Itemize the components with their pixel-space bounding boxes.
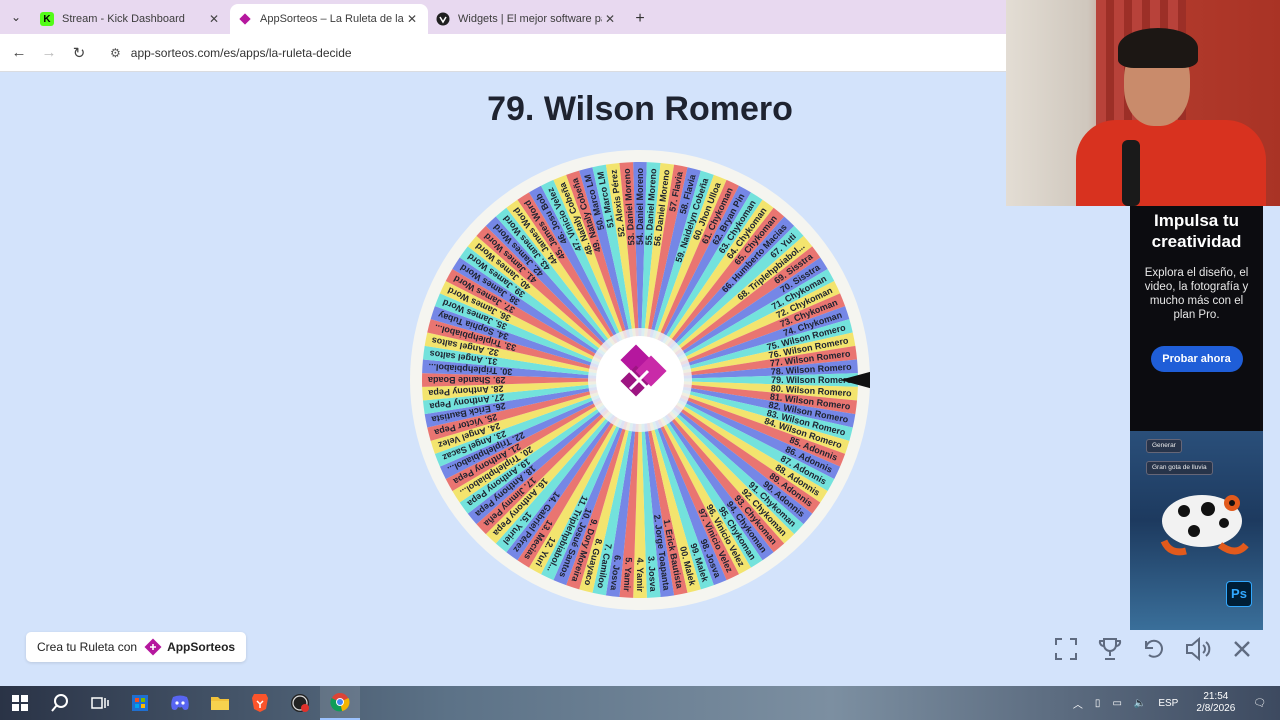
task-view-icon[interactable] bbox=[80, 686, 120, 720]
url-bar[interactable]: ⚙ app-sorteos.com/es/apps/la-ruleta-deci… bbox=[100, 39, 1000, 67]
widgets-favicon-icon bbox=[436, 12, 450, 26]
show-hidden-icons-icon[interactable]: ︿ bbox=[1073, 696, 1083, 711]
clock-date: 2/8/2026 bbox=[1196, 703, 1236, 714]
ad-generate-chip: Generar bbox=[1146, 439, 1182, 453]
tab-title: AppSorteos – La Ruleta de la Su bbox=[260, 13, 404, 25]
tab-close-icon[interactable]: ✕ bbox=[602, 12, 618, 26]
webcam-overlay bbox=[1006, 0, 1280, 206]
wheel-entry-label: 4. Yamir bbox=[635, 558, 645, 593]
network-icon[interactable]: ▭ bbox=[1112, 698, 1121, 709]
ad-try-button[interactable]: Probar ahora bbox=[1150, 346, 1243, 372]
photoshop-logo-icon: Ps bbox=[1226, 581, 1252, 607]
tab-close-icon[interactable]: ✕ bbox=[206, 12, 222, 26]
url-text: app-sorteos.com/es/apps/la-ruleta-decide bbox=[130, 45, 352, 60]
keyboard-language[interactable]: ESP bbox=[1158, 698, 1178, 709]
obs-app-icon[interactable] bbox=[280, 686, 320, 720]
ad-body: Explora el diseño, el video, la fotograf… bbox=[1144, 267, 1249, 321]
search-icon[interactable] bbox=[40, 686, 80, 720]
ad-title: Impulsa tu creatividad bbox=[1151, 211, 1242, 251]
windows-start-icon[interactable] bbox=[0, 686, 40, 720]
roulette-wheel[interactable]: 1. Erick Bautista2. Jorge Toapanta3. Jos… bbox=[410, 150, 870, 610]
system-tray: ︿ ▯ ▭ 🔈 ESP 21:54 2/8/2026 🗨 bbox=[1067, 686, 1280, 720]
back-arrow-icon[interactable]: ← bbox=[4, 44, 34, 61]
notifications-icon[interactable]: 🗨 bbox=[1253, 698, 1266, 709]
close-icon[interactable] bbox=[1226, 634, 1258, 664]
clock-time: 21:54 bbox=[1203, 691, 1229, 702]
windows-taskbar: ︿ ▯ ▭ 🔈 ESP 21:54 2/8/2026 🗨 bbox=[0, 686, 1280, 720]
credit-text: Crea tu Ruleta con bbox=[37, 640, 138, 654]
tab-appsorteos[interactable]: AppSorteos – La Ruleta de la Su ✕ bbox=[230, 4, 428, 34]
appsorteos-logo-icon bbox=[144, 638, 162, 656]
tab-close-icon[interactable]: ✕ bbox=[404, 12, 420, 26]
trophy-icon[interactable] bbox=[1094, 634, 1126, 664]
appsorteos-brand: AppSorteos bbox=[143, 637, 235, 657]
store-app-icon[interactable] bbox=[120, 686, 160, 720]
frog-illustration bbox=[1160, 495, 1249, 556]
create-roulette-badge[interactable]: Crea tu Ruleta con AppSorteos bbox=[26, 632, 246, 662]
fullscreen-icon[interactable] bbox=[1050, 634, 1082, 664]
webcam-person-hair bbox=[1118, 28, 1198, 68]
wheel-controls bbox=[1050, 634, 1258, 664]
tab-widgets[interactable]: Widgets | El mejor software par ✕ bbox=[428, 4, 626, 34]
site-info-icon[interactable]: ⚙ bbox=[110, 46, 121, 60]
reset-icon[interactable] bbox=[1138, 634, 1170, 664]
brave-browser-icon[interactable] bbox=[240, 686, 280, 720]
discord-app-icon[interactable] bbox=[160, 686, 200, 720]
volume-icon[interactable] bbox=[1182, 634, 1214, 664]
file-explorer-icon[interactable] bbox=[200, 686, 240, 720]
brand-name: AppSorteos bbox=[167, 640, 236, 654]
taskbar-clock[interactable]: 21:54 2/8/2026 bbox=[1196, 691, 1235, 715]
appsorteos-favicon-icon bbox=[238, 12, 252, 26]
tab-kick-dashboard[interactable]: K Stream - Kick Dashboard ✕ bbox=[32, 4, 230, 34]
ad-image: Generar Gran gota de lluvia Ps bbox=[1130, 431, 1263, 630]
tab-title: Stream - Kick Dashboard bbox=[62, 13, 185, 25]
tab-title: Widgets | El mejor software par bbox=[458, 13, 602, 25]
tab-search-icon[interactable]: ⌄ bbox=[0, 0, 32, 34]
speaker-icon[interactable]: 🔈 bbox=[1134, 698, 1146, 709]
forward-arrow-icon[interactable]: → bbox=[34, 44, 64, 61]
browser-tab-strip: ⌄ K Stream - Kick Dashboard ✕ AppSorteos… bbox=[0, 0, 1006, 34]
microphone bbox=[1122, 140, 1140, 206]
usb-icon[interactable]: ▯ bbox=[1095, 698, 1101, 709]
address-toolbar: ← → ↻ ⚙ app-sorteos.com/es/apps/la-rulet… bbox=[0, 34, 1006, 72]
photoshop-ad[interactable]: Impulsa tu creatividad Explora el diseño… bbox=[1130, 206, 1263, 630]
tab-list: K Stream - Kick Dashboard ✕ AppSorteos –… bbox=[32, 0, 626, 34]
new-tab-plus-icon[interactable]: + bbox=[626, 4, 654, 34]
kick-favicon-icon: K bbox=[40, 12, 54, 26]
reload-icon[interactable]: ↻ bbox=[64, 44, 94, 62]
webcam-person-body bbox=[1076, 120, 1266, 206]
chrome-browser-icon[interactable] bbox=[320, 686, 360, 720]
